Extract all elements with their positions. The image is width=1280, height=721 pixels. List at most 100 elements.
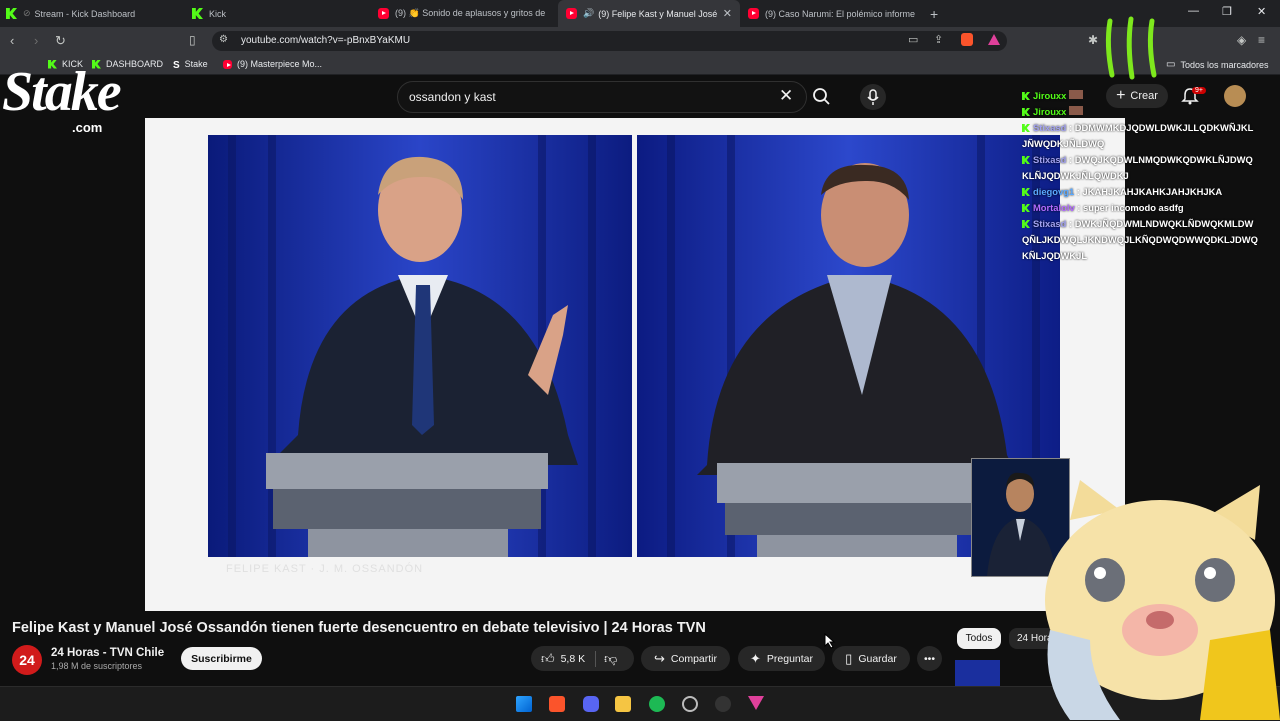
bookmark-masterpiece[interactable]: (9) Masterpiece Mo... [223,59,322,69]
tab-kick-dashboard[interactable]: ⊘ Stream - Kick Dashboard [6,0,191,27]
bookmark-page-icon[interactable]: ▯ [189,33,196,47]
minimize-icon[interactable]: — [1188,5,1199,17]
share-button[interactable]: ↪ Compartir [641,646,730,671]
save-button[interactable]: ▯ Guardar [832,646,910,671]
channel-avatar[interactable]: 24 [12,645,42,675]
obs-icon[interactable] [715,696,731,712]
emote-icon [1068,90,1083,99]
folder-icon: ▭ [1166,59,1176,70]
chip-todos[interactable]: Todos [957,628,1001,649]
monster-energy-logo [1105,16,1157,80]
browser-tab-strip: ⊘ Stream - Kick Dashboard Kick (9) 👏 Son… [0,0,1280,27]
file-explorer-icon[interactable] [615,696,631,712]
brave-browser-icon[interactable] [549,696,565,712]
chat-username: diegovg1 [1033,186,1075,197]
spotify-icon[interactable] [649,696,665,712]
extensions-icon[interactable]: ✱ [1088,33,1098,47]
app-icon[interactable] [682,696,698,712]
muted-icon: ⊘ [23,8,31,18]
more-actions-button[interactable]: ••• [917,646,942,671]
microphone-icon [867,89,879,105]
restore-icon[interactable]: ❐ [1222,5,1232,18]
voice-search-button[interactable] [860,84,886,110]
all-bookmarks-label: Todos los marcadores [1180,59,1269,70]
cast-icon[interactable]: ▭ [908,33,918,46]
kick-badge-icon [1022,156,1030,164]
tab-aplausos[interactable]: (9) 👏 Sonido de aplausos y gritos de [378,0,553,27]
search-button[interactable] [808,81,836,111]
tab-kick[interactable]: Kick [192,0,372,27]
chat-message: Stixasd : DDMWMKDJQDWLDWKJLLQDKWÑJKLJÑWQ… [1022,122,1254,149]
chat-username: Mortalolv [1033,202,1075,213]
youtube-icon [378,8,389,19]
bookmark-stake[interactable]: S Stake [173,59,208,71]
share-icon: ↪ [654,650,665,666]
like-count[interactable]: 5,8 K [561,653,586,665]
dislike-icon[interactable]: 👎︎ [604,651,617,667]
menu-icon[interactable]: ≡ [1258,33,1265,47]
chat-username: Jirouxx [1033,106,1067,117]
chat-message: Mortalolv : super incomodo asdfg [1022,200,1258,216]
audio-playing-icon: 🔊 [583,8,595,18]
kick-badge-icon [1022,92,1030,100]
chat-message: Stixasd : DWQJKQDWLNMQDWKQDWKLÑJDWQKLÑJQ… [1022,154,1253,181]
kick-icon [192,8,203,19]
brave-shield-icon[interactable] [961,33,973,46]
clear-search-icon[interactable]: ✕ [779,86,793,106]
tab-label: (9) 👏 Sonido de aplausos y gritos de [395,8,546,18]
site-info-icon[interactable]: ⚙ [219,34,228,45]
brave-rewards-icon[interactable] [988,34,1000,45]
chat-username: Stixasd [1033,218,1067,229]
stake-logo: Stake [2,61,122,123]
close-tab-icon[interactable]: ✕ [723,7,732,20]
chat-username: Stixasd [1033,122,1067,133]
new-tab-button[interactable]: + [930,0,946,27]
kick-badge-icon [1022,124,1030,132]
chat-message: Stixasd : DWKJÑQDWMLNDWQKLÑDWQKMLDWQÑLJK… [1022,218,1258,261]
like-icon[interactable]: 👍︎ [541,651,555,667]
back-icon[interactable]: ‹ [10,33,14,48]
tab-label: Stream - Kick Dashboard [34,8,136,19]
tab-caso-narumi[interactable]: (9) Caso Narumi: El polémico informe [748,0,918,27]
bookmark-icon: ▯ [845,650,853,666]
kick-badge-icon [1022,220,1030,228]
youtube-icon [223,59,232,69]
chat-message: diegovg1 : JKAHJKAHJKAHKJAHJKHJKA [1022,184,1258,200]
tab-felipe-kast[interactable]: 🔊 (9) Felipe Kast y Manuel José ✕ [558,0,740,27]
subscribe-button[interactable]: Suscribirme [181,647,262,670]
related-video-thumbnail[interactable] [955,660,1000,686]
all-bookmarks[interactable]: ▭ Todos los marcadores [1166,59,1269,70]
share-label: Compartir [670,652,717,665]
url-text[interactable]: youtube.com/watch?v=-pBnxBYaKMU [241,35,410,46]
chat-username: Jirouxx [1033,90,1067,101]
tab-label: (9) Caso Narumi: El polémico informe [765,8,916,19]
search-input[interactable]: ossandon y kast [409,90,496,104]
chat-text: super incomodo asdfg [1083,202,1184,213]
forward-icon[interactable]: › [34,33,38,48]
subscriber-count: 1,98 M de suscriptores [51,661,143,671]
chat-message: Jirouxx [1022,88,1258,104]
youtube-icon [566,8,577,19]
brave-rewards-taskbar-icon[interactable] [748,696,764,710]
channel-name[interactable]: 24 Horas - TVN Chile [51,647,164,659]
chat-text: JKAHJKAHJKAHKJAHJKHJKA [1082,186,1223,197]
tab-label: (9) Felipe Kast y Manuel José [598,8,718,19]
player-caption: FELIPE KAST · J. M. OSSANDÓN [226,563,424,575]
reload-icon[interactable]: ↻ [55,33,66,49]
windows-start-icon[interactable] [516,696,532,712]
stake-icon: S [173,59,180,71]
vpn-icon[interactable]: ◈ [1237,33,1246,47]
divider [595,650,597,667]
discord-icon[interactable] [583,696,599,712]
sparkle-icon: ✦ [749,650,761,666]
chat-username: Stixasd [1033,154,1067,165]
like-dislike-group: 👍︎ 5,8 K 👎︎ [531,646,634,671]
tab-label: Kick [209,8,227,19]
share-page-icon[interactable]: ⇪ [934,33,943,46]
ask-button[interactable]: ✦ Preguntar [738,646,825,671]
stream-chat-overlay: Jirouxx Jirouxx Stixasd : DDMWMKDJQDWLDW… [1022,88,1258,264]
kick-badge-icon [1022,204,1030,212]
kick-icon [6,8,17,19]
save-label: Guardar [858,652,897,665]
close-window-icon[interactable]: ✕ [1257,5,1266,18]
